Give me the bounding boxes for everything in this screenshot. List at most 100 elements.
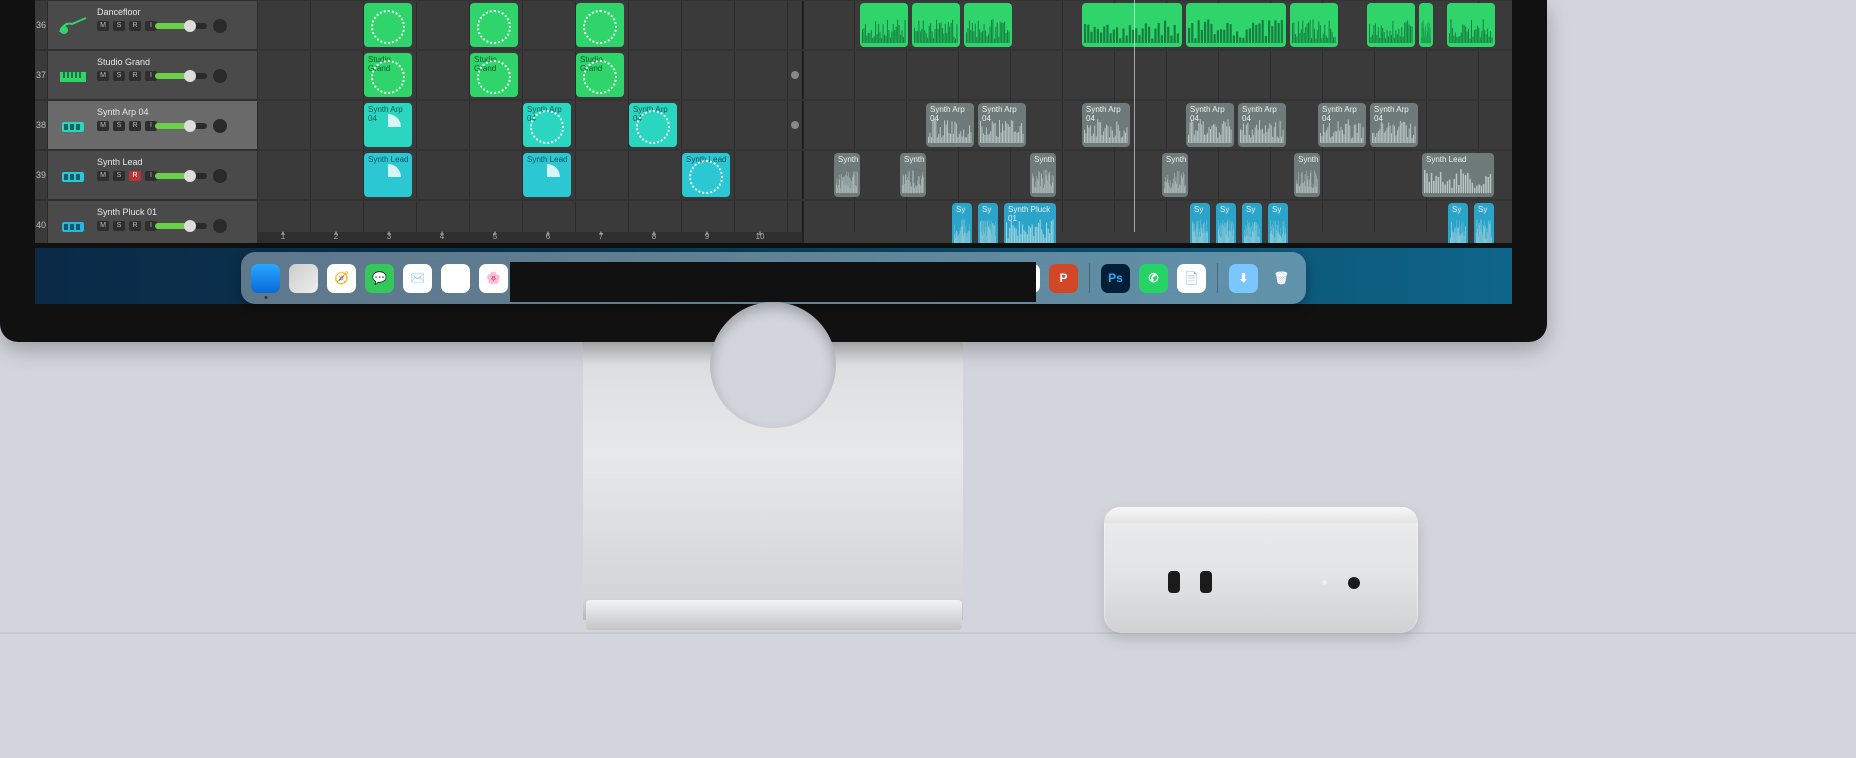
region[interactable]: Synth: [1162, 153, 1188, 197]
region[interactable]: [1419, 3, 1433, 47]
track-lane-arrange[interactable]: [802, 50, 1512, 100]
clip-cell[interactable]: Synth Lead: [364, 153, 412, 197]
playhead[interactable]: [1134, 0, 1135, 232]
track-r-button[interactable]: R: [129, 121, 141, 131]
track-name[interactable]: Dancefloor: [97, 7, 141, 17]
track-r-button[interactable]: R: [129, 71, 141, 81]
dock-photos-icon[interactable]: 🌸: [479, 264, 508, 293]
dock-messages-icon[interactable]: 💬: [365, 264, 394, 293]
automation-toggle[interactable]: [788, 100, 802, 150]
region[interactable]: [860, 3, 908, 47]
region[interactable]: Synth Arp 04: [978, 103, 1026, 147]
region[interactable]: [912, 3, 960, 47]
region[interactable]: Synth Pluck 01: [1004, 203, 1056, 243]
track-r-button[interactable]: R: [129, 21, 141, 31]
dock-mail-icon[interactable]: ✉️: [403, 264, 432, 293]
track-header[interactable]: 38Synth Arp 04MSRI: [35, 100, 257, 150]
track-s-button[interactable]: S: [113, 71, 125, 81]
dock-whatsapp-icon[interactable]: ✆: [1139, 264, 1168, 293]
track-volume-slider[interactable]: [155, 173, 207, 179]
track-m-button[interactable]: M: [97, 171, 109, 181]
region[interactable]: Sy: [1190, 203, 1210, 243]
dock-launchpad-icon[interactable]: [289, 264, 318, 293]
clip-cell[interactable]: [364, 3, 412, 47]
track-pan-knob[interactable]: [213, 19, 227, 33]
region[interactable]: Synth Arp 04: [1238, 103, 1286, 147]
track-pan-knob[interactable]: [213, 169, 227, 183]
region[interactable]: Sy: [1474, 203, 1494, 243]
dock-docs-icon[interactable]: 📄: [1177, 264, 1206, 293]
track-r-button[interactable]: R: [129, 171, 141, 181]
track-volume-slider[interactable]: [155, 23, 207, 29]
track-name[interactable]: Synth Arp 04: [97, 107, 149, 117]
track-volume-slider[interactable]: [155, 123, 207, 129]
clip-cell[interactable]: Studio Grand: [576, 53, 624, 97]
region[interactable]: Synth Lead: [1422, 153, 1494, 197]
region[interactable]: Synth Arp 04: [1082, 103, 1130, 147]
dock-safari-icon[interactable]: 🧭: [327, 264, 356, 293]
region[interactable]: [1447, 3, 1495, 47]
track-pan-knob[interactable]: [213, 119, 227, 133]
region[interactable]: Synth Arp 04: [926, 103, 974, 147]
track-s-button[interactable]: S: [113, 121, 125, 131]
track-s-button[interactable]: S: [113, 171, 125, 181]
dock-downloads-icon[interactable]: ⬇: [1229, 264, 1258, 293]
track-lane-arrange[interactable]: SySySynth Pluck 01SySySySySySy: [802, 200, 1512, 243]
track-name[interactable]: Synth Lead: [97, 157, 143, 167]
track-volume-slider[interactable]: [155, 73, 207, 79]
track-m-button[interactable]: M: [97, 71, 109, 81]
track-header[interactable]: 40Synth Pluck 01MSRI: [35, 200, 257, 243]
region[interactable]: Sy: [1268, 203, 1288, 243]
track-header[interactable]: 39Synth LeadMSRI: [35, 150, 257, 200]
dock-powerpoint-icon[interactable]: P: [1049, 264, 1078, 293]
region[interactable]: Synth: [900, 153, 926, 197]
track-r-button[interactable]: R: [129, 221, 141, 231]
track-lane-cells[interactable]: Synth Lead Synth Lead Synth Lead: [257, 150, 802, 200]
track-header[interactable]: 37Studio GrandMSRI: [35, 50, 257, 100]
track-lane-cells[interactable]: Synth Arp 04 Synth Arp 04 Synth Arp 04: [257, 100, 802, 150]
clip-cell[interactable]: [576, 3, 624, 47]
region[interactable]: [964, 3, 1012, 47]
dock-maps-icon[interactable]: 🗺: [441, 264, 470, 293]
dock-finder-icon[interactable]: [251, 264, 280, 293]
region[interactable]: Synth Arp 04: [1318, 103, 1366, 147]
track-lane-arrange[interactable]: [802, 0, 1512, 50]
region[interactable]: Sy: [1242, 203, 1262, 243]
track-lane-cells[interactable]: [257, 0, 802, 50]
clip-cell[interactable]: [470, 3, 518, 47]
clip-cell[interactable]: Synth Arp 04: [629, 103, 677, 147]
region[interactable]: Sy: [978, 203, 998, 243]
region[interactable]: Sy: [952, 203, 972, 243]
track-volume-slider[interactable]: [155, 223, 207, 229]
track-m-button[interactable]: M: [97, 121, 109, 131]
region[interactable]: [1290, 3, 1338, 47]
region[interactable]: [1082, 3, 1182, 47]
track-name[interactable]: Studio Grand: [97, 57, 150, 67]
clip-cell[interactable]: Studio Grand: [470, 53, 518, 97]
track-pan-knob[interactable]: [213, 219, 227, 233]
track-s-button[interactable]: S: [113, 221, 125, 231]
region[interactable]: Synth Arp 04: [1186, 103, 1234, 147]
region[interactable]: [1186, 3, 1286, 47]
track-lane-arrange[interactable]: Synth Synth Synth Synth Synth Synth Lead: [802, 150, 1512, 200]
track-m-button[interactable]: M: [97, 221, 109, 231]
track-name[interactable]: Synth Pluck 01: [97, 207, 157, 217]
dock-photoshop-icon[interactable]: Ps: [1101, 264, 1130, 293]
region[interactable]: Synth: [834, 153, 860, 197]
region[interactable]: Synth: [1294, 153, 1320, 197]
clip-cell[interactable]: Synth Lead: [523, 153, 571, 197]
track-lane-cells[interactable]: [257, 200, 802, 243]
clip-cell[interactable]: Synth Lead: [682, 153, 730, 197]
track-m-button[interactable]: M: [97, 21, 109, 31]
clip-cell[interactable]: Synth Arp 04: [364, 103, 412, 147]
automation-toggle[interactable]: [788, 50, 802, 100]
clip-cell[interactable]: Synth Arp 04: [523, 103, 571, 147]
region[interactable]: Sy: [1216, 203, 1236, 243]
region[interactable]: Sy: [1448, 203, 1468, 243]
track-header[interactable]: 36DancefloorMSRI: [35, 0, 257, 50]
region[interactable]: Synth: [1030, 153, 1056, 197]
track-pan-knob[interactable]: [213, 69, 227, 83]
track-lane-arrange[interactable]: Synth Arp 04Synth Arp 04Synth Arp 04Synt…: [802, 100, 1512, 150]
clip-cell[interactable]: Studio Grand: [364, 53, 412, 97]
track-lane-cells[interactable]: Studio Grand Studio Grand Studio Grand: [257, 50, 802, 100]
